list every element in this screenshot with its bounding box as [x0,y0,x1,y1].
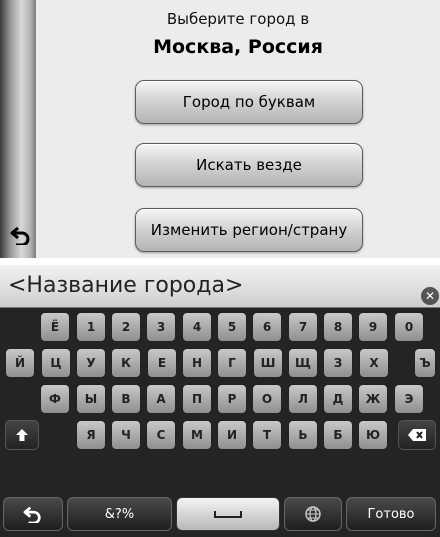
side-bar [0,0,36,258]
key-letter[interactable]: Ь [288,420,318,450]
shift-key[interactable] [5,420,39,450]
key-letter[interactable]: О [252,384,282,414]
key-letter[interactable]: П [182,384,212,414]
key-yo[interactable]: Ё [40,312,70,342]
key-letter[interactable]: Ы [76,384,106,414]
prompt-text: Выберите город в [166,10,310,28]
key-letter[interactable]: М [182,420,212,450]
keyboard-row-3: Я Ч С М И Т Ь Б Ю [0,420,440,450]
city-by-letters-label: Город по буквам [182,93,316,111]
key-letter[interactable]: Е [147,348,177,378]
keyboard-row-1: Й Ц У К Е Н Г Ш Щ З Х Ъ [0,348,440,378]
key-letter[interactable]: Б [323,420,353,450]
symbols-key[interactable]: &?% [67,497,172,531]
key-2[interactable]: 2 [111,312,141,342]
key-letter[interactable]: Й [5,348,35,378]
back-arrow-icon [10,226,30,245]
screenshot-divider [0,258,440,265]
key-letter[interactable]: Э [394,384,424,414]
key-letter[interactable]: Р [217,384,247,414]
key-5[interactable]: 5 [217,312,247,342]
key-7[interactable]: 7 [288,312,318,342]
city-name-input[interactable]: <Название города> ✕ [0,265,440,308]
key-letter[interactable]: Н [182,348,212,378]
key-1[interactable]: 1 [76,312,106,342]
keyboard-bottom-row: &?% Готово [0,497,440,535]
key-letter[interactable]: К [111,348,141,378]
key-letter[interactable]: З [323,348,353,378]
key-letter[interactable]: У [76,348,106,378]
backspace-key[interactable] [398,420,436,450]
symbols-key-label: &?% [104,506,135,522]
keyboard-row-2: Ф Ы В А П Р О Л Д Ж Э [0,384,440,414]
key-letter[interactable]: Я [76,420,106,450]
globe-icon [305,506,321,522]
key-3[interactable]: 3 [146,312,176,342]
current-location: Москва, Россия [153,36,323,58]
search-everywhere-label: Искать везде [196,156,302,174]
language-key[interactable] [284,497,342,531]
key-4[interactable]: 4 [182,312,212,342]
shift-arrow-icon [16,429,28,441]
key-9[interactable]: 9 [358,312,388,342]
key-6[interactable]: 6 [252,312,282,342]
back-button[interactable] [3,497,63,531]
clear-icon[interactable]: ✕ [421,287,439,305]
key-letter[interactable]: В [111,384,141,414]
key-letter[interactable]: Ж [358,384,388,414]
keyboard-row-digits: Ё 1 2 3 4 5 6 7 8 9 0 [0,312,440,342]
key-letter[interactable]: Д [323,384,353,414]
key-8[interactable]: 8 [323,312,353,342]
key-letter[interactable]: Ф [40,384,70,414]
change-region-label: Изменить регион/страну [150,221,348,239]
key-letter[interactable]: Ю [358,420,388,450]
city-selection-screen: Выберите город в Москва, Россия Город по… [0,0,440,258]
key-letter[interactable]: А [146,384,176,414]
key-letter[interactable]: Ц [41,348,71,378]
key-letter[interactable]: Ш [253,348,283,378]
search-everywhere-button[interactable]: Искать везде [135,143,363,187]
key-letter[interactable]: Г [217,348,247,378]
key-letter[interactable]: Х [359,348,389,378]
key-letter[interactable]: Т [252,420,282,450]
key-letter[interactable]: И [217,420,247,450]
back-button[interactable] [8,222,34,248]
done-button[interactable]: Готово [346,497,436,531]
key-letter[interactable]: Ъ [414,348,436,378]
key-letter[interactable]: С [146,420,176,450]
key-letter[interactable]: Щ [288,348,318,378]
change-region-button[interactable]: Изменить регион/страну [135,208,363,252]
space-bar-icon [214,511,242,518]
done-button-label: Готово [367,506,415,522]
backspace-icon [408,429,426,441]
city-by-letters-button[interactable]: Город по буквам [135,80,363,124]
key-0[interactable]: 0 [394,312,424,342]
key-letter[interactable]: Л [288,384,318,414]
key-letter[interactable]: Ч [111,420,141,450]
space-key[interactable] [176,497,280,531]
keyboard-screen: <Название города> ✕ Ё 1 2 3 4 5 6 7 8 9 … [0,265,440,537]
city-name-placeholder: <Название города> [8,273,244,298]
back-arrow-icon [23,506,41,523]
